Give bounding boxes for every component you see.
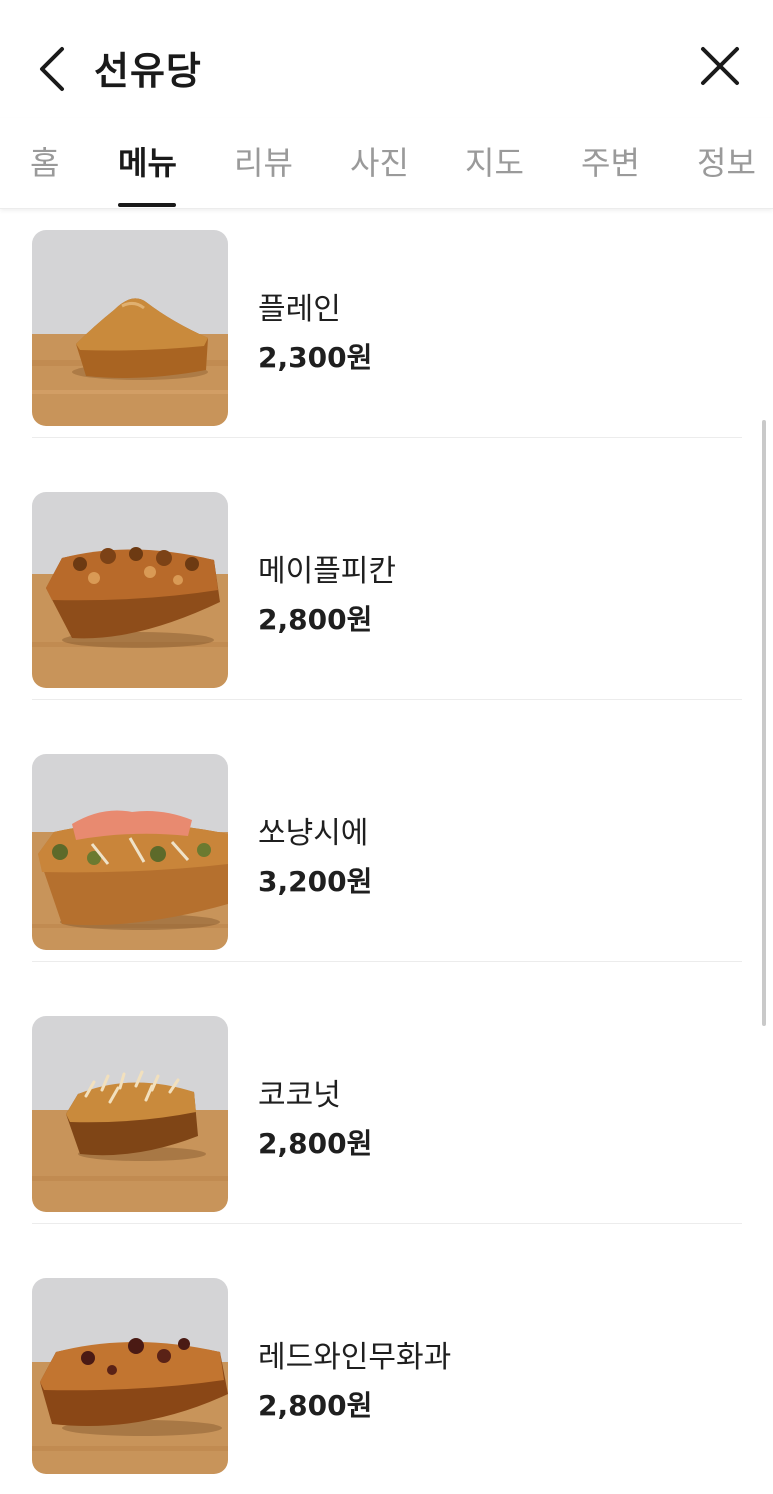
tab-info[interactable]: 정보: [697, 138, 756, 184]
tab-menu[interactable]: 메뉴: [118, 138, 177, 184]
close-button[interactable]: [690, 36, 750, 96]
tab-home[interactable]: 홈: [30, 138, 59, 184]
header: 선유당: [0, 0, 773, 130]
menu-item[interactable]: 메이플피칸 2,800원: [32, 470, 742, 700]
menu-item-price: 2,300원: [258, 341, 373, 374]
menu-item-photo: [32, 1278, 228, 1474]
chevron-left-icon: [40, 47, 64, 91]
menu-item-name: 플레인: [258, 292, 341, 327]
menu-item-photo: [32, 492, 228, 688]
divider: [32, 1223, 742, 1224]
tab-nearby[interactable]: 주변: [581, 138, 640, 184]
scrollbar[interactable]: [762, 420, 766, 1026]
back-button[interactable]: [24, 38, 84, 98]
tab-reviews[interactable]: 리뷰: [234, 138, 293, 184]
menu-item[interactable]: 코코넛 2,800원: [32, 994, 742, 1224]
menu-item-photo: [32, 754, 228, 950]
divider: [32, 699, 742, 700]
menu-item-price: 2,800원: [258, 1127, 373, 1160]
menu-item-photo: [32, 1016, 228, 1212]
active-tab-indicator: [118, 203, 176, 207]
menu-item-name: 코코넛: [258, 1078, 341, 1113]
divider: [32, 437, 742, 438]
menu-screen: 선유당 홈 메뉴 리뷰 사진 지도 주변 정보 플레인 2,300원 메이플피칸…: [0, 0, 773, 1494]
menu-item-price: 2,800원: [258, 1389, 373, 1422]
menu-item-photo: [32, 230, 228, 426]
tab-photos[interactable]: 사진: [350, 138, 409, 184]
menu-item-name: 메이플피칸: [258, 554, 396, 589]
menu-item[interactable]: 플레인 2,300원: [32, 208, 742, 438]
menu-item-name: 레드와인무화과: [258, 1340, 452, 1375]
menu-item[interactable]: 레드와인무화과 2,800원: [32, 1256, 742, 1486]
menu-item-name: 쏘냥시에: [258, 816, 369, 851]
close-icon: [701, 47, 739, 85]
menu-item-price: 3,200원: [258, 865, 373, 898]
tab-map[interactable]: 지도: [465, 138, 524, 184]
tab-bar: 홈 메뉴 리뷰 사진 지도 주변 정보: [0, 118, 773, 209]
menu-item[interactable]: 쏘냥시에 3,200원: [32, 732, 742, 962]
divider: [32, 961, 742, 962]
menu-item-price: 2,800원: [258, 603, 373, 636]
page-title: 선유당: [94, 49, 202, 93]
